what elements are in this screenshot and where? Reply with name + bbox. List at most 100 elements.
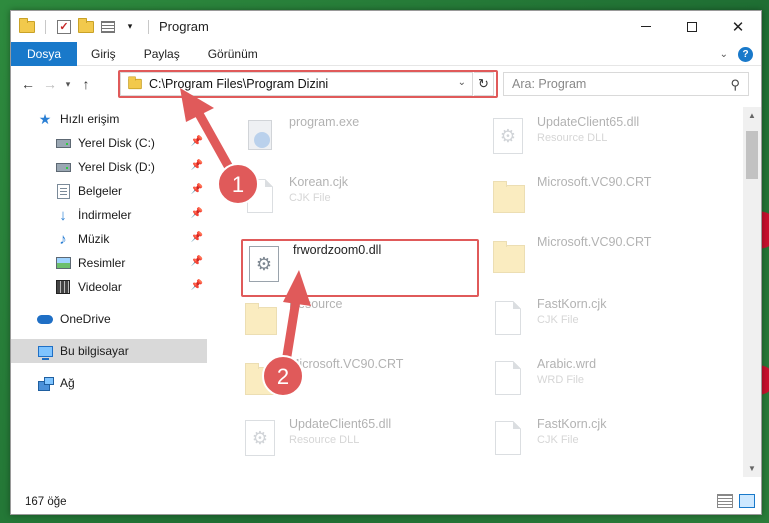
drive-icon — [55, 159, 71, 175]
file-list: program.exe Korean.cjk CJK File ⚙ frword… — [209, 107, 741, 477]
folder-icon — [485, 231, 531, 281]
sidebar-item-local-disk-d[interactable]: Yerel Disk (D:) 📌 — [11, 155, 207, 179]
view-toggle — [717, 494, 755, 508]
file-tile[interactable]: Microsoft.VC90.CRT — [485, 171, 735, 231]
file-tile[interactable]: FastKorn.cjk CJK File — [485, 293, 735, 353]
pin-icon[interactable]: 📌 — [191, 160, 203, 171]
sidebar-item-documents[interactable]: Belgeler 📌 — [11, 179, 207, 203]
sidebar-item-downloads[interactable]: ↓ İndirmeler 📌 — [11, 203, 207, 227]
dll-icon: ⚙ — [241, 239, 287, 289]
tab-home[interactable]: Giriş — [77, 42, 130, 66]
pin-icon[interactable]: 📌 — [191, 232, 203, 243]
sidebar-item-local-disk-c[interactable]: Yerel Disk (C:) 📌 — [11, 131, 207, 155]
sidebar-item-label: Bu bilgisayar — [60, 344, 129, 358]
check-icon[interactable]: ✓ — [56, 19, 72, 35]
file-tile[interactable]: ⚙ UpdateClient65.dll Resource DLL — [237, 413, 487, 473]
window-title: Program — [159, 19, 209, 34]
sidebar-item-label: İndirmeler — [78, 208, 132, 222]
close-button[interactable]: ✕ — [715, 11, 761, 42]
pin-icon[interactable]: 📌 — [191, 256, 203, 267]
file-name: FastKorn.cjk — [537, 417, 607, 431]
file-tile-selected-target[interactable]: ⚙ frwordzoom0.dll — [241, 239, 491, 299]
file-tile[interactable]: Resource — [237, 293, 487, 353]
scroll-down-icon[interactable]: ▼ — [743, 460, 761, 477]
recent-locations-button[interactable]: ▾ — [61, 73, 75, 95]
sidebar-item-label: Resimler — [78, 256, 126, 270]
document-icon — [485, 413, 531, 463]
expand-ribbon-icon[interactable]: ⌄ — [720, 49, 728, 60]
sidebar-item-pictures[interactable]: Resimler 📌 — [11, 251, 207, 275]
scrollbar-thumb[interactable] — [746, 131, 758, 179]
dll-icon: ⚙ — [237, 413, 283, 463]
file-tile[interactable]: program.exe — [237, 111, 487, 171]
file-name: Microsoft.VC90.CRT — [289, 357, 404, 371]
file-name: Microsoft.VC90.CRT — [537, 235, 652, 249]
sidebar-item-label: Yerel Disk (D:) — [78, 160, 155, 174]
file-type: WRD File — [537, 374, 585, 386]
details-view-icon[interactable] — [717, 494, 733, 508]
vertical-scrollbar[interactable]: ▲ ▼ — [743, 107, 761, 477]
sidebar-item-network[interactable]: Ağ — [11, 371, 207, 395]
pin-icon[interactable]: 📌 — [191, 184, 203, 195]
tiles-view-icon[interactable] — [739, 494, 755, 508]
downloads-icon: ↓ — [59, 206, 67, 224]
minimize-icon — [641, 26, 651, 27]
sidebar-item-label: Videolar — [78, 280, 122, 294]
file-tile[interactable]: Microsoft.VC90.CRT — [485, 231, 735, 291]
computer-icon — [37, 343, 53, 360]
refresh-button[interactable]: ↻ — [474, 72, 494, 96]
properties-icon[interactable] — [100, 19, 116, 35]
folder-icon — [237, 353, 283, 403]
search-input[interactable]: Ara: Program ⚲ — [503, 72, 749, 96]
sidebar-item-label: Ağ — [60, 376, 75, 390]
tab-file[interactable]: Dosya — [11, 41, 78, 66]
title-bar: ✓ ▾ Program ✕ — [11, 11, 761, 42]
pin-icon[interactable]: 📌 — [191, 208, 203, 219]
navigation-pane: ★ Hızlı erişim Yerel Disk (C:) 📌 Yerel D… — [11, 107, 207, 477]
customize-toolbar-icon[interactable]: ▾ — [122, 19, 138, 35]
pin-icon[interactable]: 📌 — [191, 280, 203, 291]
file-name: Microsoft.VC90.CRT — [537, 175, 652, 189]
forward-button[interactable]: → — [39, 73, 61, 95]
file-name: Korean.cjk — [289, 175, 349, 189]
document-icon — [237, 171, 283, 221]
maximize-button[interactable] — [669, 11, 715, 42]
file-tile[interactable]: Microsoft.VC90.CRT — [237, 353, 487, 413]
documents-icon — [55, 183, 71, 199]
file-name: Arabic.wrd — [537, 357, 597, 371]
sidebar-item-label: OneDrive — [60, 312, 111, 326]
search-placeholder: Ara: Program — [512, 77, 587, 91]
tab-view[interactable]: Görünüm — [194, 42, 272, 66]
file-tile[interactable]: Korean.cjk CJK File — [237, 171, 487, 231]
file-tile[interactable]: ⚙ UpdateClient65.dll Resource DLL — [485, 111, 735, 171]
file-tile[interactable]: Arabic.wrd WRD File — [485, 353, 735, 413]
sidebar-item-onedrive[interactable]: OneDrive — [11, 307, 207, 331]
minimize-button[interactable] — [623, 11, 669, 42]
new-folder-icon[interactable] — [78, 17, 94, 35]
toolbar-divider — [45, 19, 46, 34]
tab-share[interactable]: Paylaş — [130, 42, 194, 66]
folder-icon — [485, 171, 531, 221]
file-tile[interactable]: FastKorn.cjk CJK File — [485, 413, 735, 473]
file-name: UpdateClient65.dll — [289, 417, 392, 431]
sidebar-item-this-pc[interactable]: Bu bilgisayar — [11, 339, 207, 363]
close-icon: ✕ — [731, 18, 745, 36]
sidebar-item-label: Hızlı erişim — [60, 112, 120, 126]
scroll-up-icon[interactable]: ▲ — [743, 107, 761, 124]
ribbon-right-controls: ⌄ ? — [720, 42, 753, 66]
sidebar-item-music[interactable]: ♪ Müzik 📌 — [11, 227, 207, 251]
arrow-left-icon: ← — [21, 76, 35, 92]
address-dropdown-icon[interactable]: ⌄ — [458, 77, 466, 88]
toolbar-divider — [148, 19, 149, 34]
address-bar[interactable]: C:\Program Files\Program Dizini ⌄ — [120, 72, 473, 96]
arrow-up-icon: ↑ — [82, 76, 90, 92]
sidebar-item-quick-access[interactable]: ★ Hızlı erişim — [11, 107, 207, 131]
pin-icon[interactable]: 📌 — [191, 136, 203, 147]
help-icon[interactable]: ? — [738, 46, 753, 62]
sidebar-item-label: Yerel Disk (C:) — [78, 136, 155, 150]
back-button[interactable]: ← — [17, 73, 39, 95]
file-type: Resource DLL — [289, 434, 360, 446]
up-button[interactable]: ↑ — [75, 73, 97, 95]
arrow-right-icon: → — [43, 76, 57, 92]
sidebar-item-videos[interactable]: Videolar 📌 — [11, 275, 207, 299]
